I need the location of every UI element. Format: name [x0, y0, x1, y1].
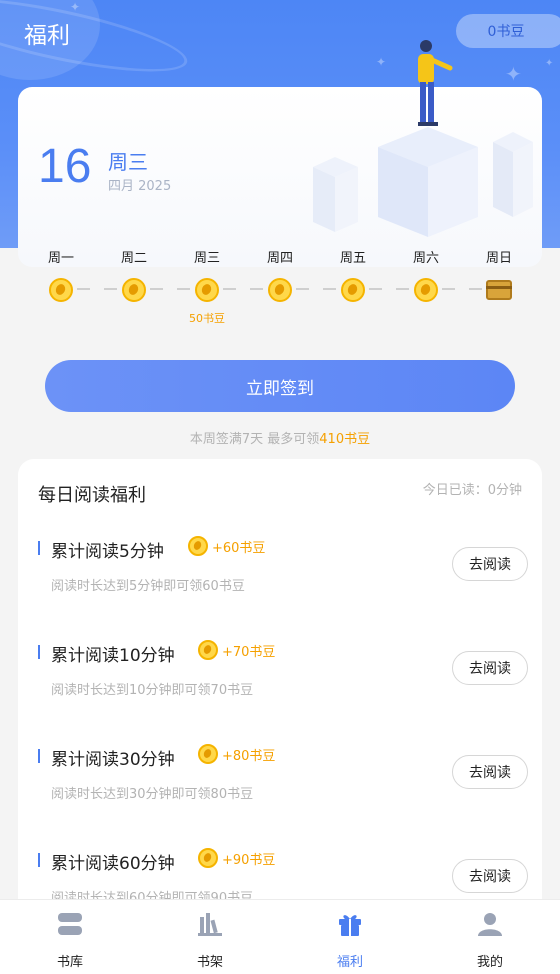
day-item-wed: 周三 50书豆 [177, 248, 237, 326]
tab-welfare[interactable]: 福利 [280, 900, 420, 974]
day-reward: 50书豆 [189, 312, 225, 325]
day-label: 周五 [339, 251, 366, 266]
treasure-chest-icon [486, 280, 512, 300]
tab-label: 福利 [336, 955, 363, 970]
person-illustration [418, 40, 453, 126]
day-label: 周四 [266, 251, 293, 266]
task-marker [38, 853, 40, 867]
task-reward: +70书豆 [198, 640, 275, 660]
coin-icon [122, 278, 146, 302]
month-year-label: 四月 2025 [108, 179, 172, 194]
task-desc: 阅读时长达到30分钟即可领80书豆 [51, 787, 254, 802]
task-marker [38, 541, 40, 555]
today-read-status: 今日已读：0分钟 [422, 483, 522, 498]
day-number: 16 [38, 140, 92, 193]
library-icon [58, 913, 82, 935]
star-icon: ✦ [376, 55, 387, 69]
tab-bookshelf[interactable]: 书架 [140, 900, 280, 974]
day-item-sun: 周日 [469, 248, 529, 300]
signin-note-text: 本周签满7天 最多可领 [189, 432, 320, 447]
task-reward-text: +80书豆 [222, 748, 276, 764]
tab-me[interactable]: 我的 [420, 900, 560, 974]
coin-icon [268, 278, 292, 302]
day-label: 周一 [47, 251, 74, 266]
task-name: 累计阅读60分钟 [51, 854, 175, 874]
task-item: 累计阅读5分钟 +60书豆 阅读时长达到5分钟即可领60书豆 去阅读 [18, 527, 542, 617]
gift-icon [339, 915, 361, 936]
task-item: 累计阅读30分钟 +80书豆 阅读时长达到30分钟即可领80书豆 去阅读 [18, 735, 542, 825]
task-reward: +90书豆 [198, 848, 275, 868]
day-item-fri: 周五 [323, 248, 383, 302]
go-read-button[interactable]: 去阅读 [452, 547, 528, 581]
task-name: 累计阅读10分钟 [51, 646, 175, 666]
signin-note: 本周签满7天 最多可领410书豆 [0, 428, 560, 447]
go-read-button[interactable]: 去阅读 [452, 651, 528, 685]
task-reward-text: +60书豆 [212, 540, 266, 556]
star-icon: ✦ [70, 0, 81, 14]
balance-button[interactable]: 0书豆 [456, 14, 560, 48]
task-desc: 阅读时长达到10分钟即可领70书豆 [51, 683, 254, 698]
tab-label: 我的 [476, 955, 503, 970]
day-label: 周三 [193, 251, 220, 266]
task-reward: +60书豆 [188, 536, 265, 556]
day-label: 周日 [485, 251, 512, 266]
bookshelf-icon [198, 913, 222, 936]
day-label: 周二 [120, 251, 147, 266]
coin-icon [188, 536, 208, 556]
day-item-sat: 周六 [396, 248, 456, 302]
task-name: 累计阅读30分钟 [51, 750, 175, 770]
coin-icon [414, 278, 438, 302]
task-reward-text: +70书豆 [222, 644, 276, 660]
weekday-label: 周三 [108, 150, 148, 174]
task-reward: +80书豆 [198, 744, 275, 764]
day-label: 周六 [412, 251, 439, 266]
daily-reading-card: 每日阅读福利 今日已读：0分钟 累计阅读5分钟 +60书豆 阅读时长达到5分钟即… [18, 459, 542, 919]
day-item-thu: 周四 [250, 248, 310, 302]
coin-icon [195, 278, 219, 302]
coin-icon [198, 640, 218, 660]
weekly-checkin-row: 周一 周二 周三 50书豆 周四 周五 周六 周日 [0, 248, 560, 338]
page-title: 福利 [24, 23, 70, 49]
coin-icon [341, 278, 365, 302]
signin-button[interactable]: 立即签到 [45, 360, 515, 412]
go-read-button[interactable]: 去阅读 [452, 755, 528, 789]
go-read-button[interactable]: 去阅读 [452, 859, 528, 893]
coin-icon [198, 744, 218, 764]
coin-icon [49, 278, 73, 302]
task-marker [38, 749, 40, 763]
bottom-tab-bar: 书库 书架 福利 我的 [0, 899, 560, 974]
task-reward-text: +90书豆 [222, 852, 276, 868]
task-name: 累计阅读5分钟 [51, 542, 164, 562]
task-desc: 阅读时长达到5分钟即可领60书豆 [51, 579, 245, 594]
date-card: 16 周三 四月 2025 [18, 87, 542, 267]
coin-icon [198, 848, 218, 868]
card-title: 每日阅读福利 [38, 485, 146, 506]
star-icon: ✦ [505, 62, 522, 86]
signin-note-max-reward: 410书豆 [319, 432, 371, 447]
tab-label: 书库 [56, 955, 83, 970]
task-marker [38, 645, 40, 659]
tab-library[interactable]: 书库 [0, 900, 140, 974]
star-icon: ✦ [545, 58, 554, 69]
task-item: 累计阅读10分钟 +70书豆 阅读时长达到10分钟即可领70书豆 去阅读 [18, 631, 542, 721]
tab-label: 书架 [196, 955, 223, 970]
day-item-mon: 周一 [31, 248, 91, 302]
user-icon [478, 913, 502, 936]
day-item-tue: 周二 [104, 248, 164, 302]
